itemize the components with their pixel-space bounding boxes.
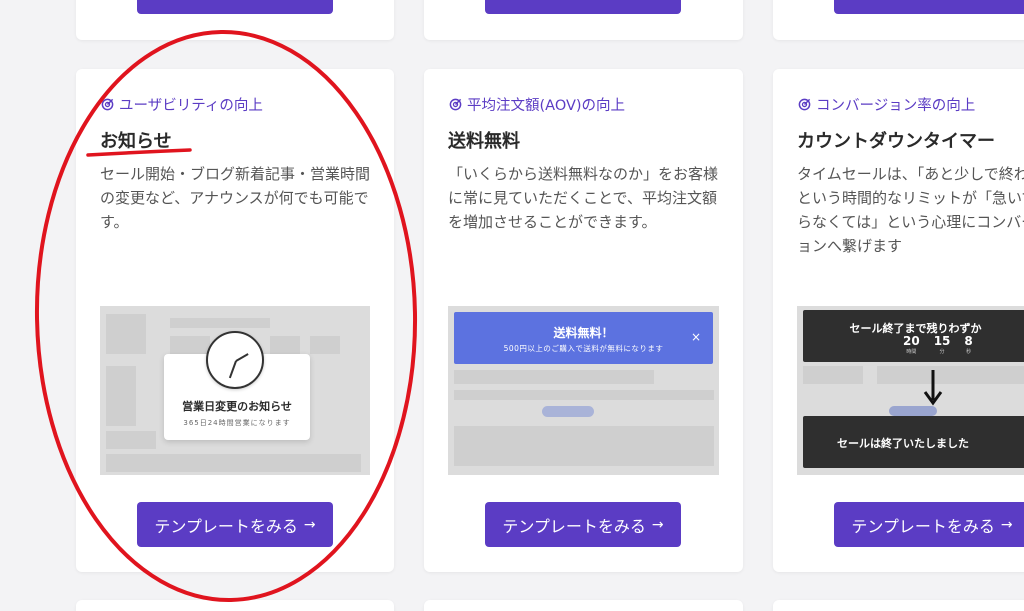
view-template-button-top-2[interactable] <box>485 0 681 14</box>
card-description: セール開始・ブログ新着記事・営業時間の変更など、アナウンスが何でも可能です。 <box>100 165 371 231</box>
category-label: 平均注文額(AOV)の向上 <box>449 94 625 115</box>
category-text: 平均注文額(AOV)の向上 <box>467 98 626 114</box>
category-label: ユーザビリティの向上 <box>101 94 263 115</box>
view-template-button-top-1[interactable] <box>137 0 333 14</box>
banner-subtitle: 500円以上のご購入で送料が無料になります <box>503 344 664 353</box>
card-top-3 <box>773 0 1024 40</box>
countdown-hours: 20 時間 <box>903 334 920 355</box>
countdown-numbers: 20 時間 15 分 8秒 <box>903 334 973 355</box>
view-template-button-top-3[interactable] <box>834 0 1024 14</box>
card-top-1 <box>76 0 394 40</box>
button-label: テンプレートをみる <box>851 516 995 536</box>
card-bottom-2 <box>424 600 743 611</box>
template-preview-image: セール終了まで残りわずか 20 時間 15 分 8秒 セールは終了いたしました <box>797 306 1024 475</box>
template-card-notice: ユーザビリティの向上 お知らせ セール開始・ブログ新着記事・営業時間の変更など、… <box>76 69 394 572</box>
template-preview-image: 送料無料！ 500円以上のご購入で送料が無料になります × <box>448 306 719 475</box>
target-icon <box>798 98 811 111</box>
template-card-free-shipping: 平均注文額(AOV)の向上 送料無料 「いくらから送料無料なのか」をお客様に常に… <box>424 69 743 572</box>
card-description: タイムセールは、「あと少しで終わり」という時間的なリミットが「急いでやらなくては… <box>797 165 1024 255</box>
card-title: お知らせ <box>100 131 172 152</box>
target-icon <box>449 98 462 111</box>
countdown-minutes: 15 分 <box>933 334 951 355</box>
arrow-right-icon: → <box>1000 516 1013 533</box>
template-card-countdown: コンバージョン率の向上 カウントダウンタイマー タイムセールは、「あと少しで終わ… <box>773 69 1024 572</box>
card-title: 送料無料 <box>448 131 520 152</box>
arrow-right-icon: → <box>303 516 316 533</box>
card-top-2 <box>424 0 743 40</box>
button-label: テンプレートをみる <box>502 516 646 536</box>
template-preview-image: 営業日変更のお知らせ 365日24時間営業になります <box>100 306 370 475</box>
category-text: ユーザビリティの向上 <box>119 98 263 114</box>
view-template-button[interactable]: テンプレートをみる → <box>137 502 333 547</box>
sale-ended-bar: セールは終了いたしました <box>803 416 1024 468</box>
view-template-button[interactable]: テンプレートをみる → <box>485 502 681 547</box>
clock-icon <box>206 331 264 389</box>
card-title: カウントダウンタイマー <box>797 131 995 152</box>
arrow-right-icon: → <box>651 516 664 533</box>
category-label: コンバージョン率の向上 <box>798 94 975 115</box>
button-label: テンプレートをみる <box>154 516 298 536</box>
countdown-bar: セール終了まで残りわずか 20 時間 15 分 8秒 <box>803 310 1024 362</box>
card-bottom-3 <box>773 600 1024 611</box>
target-icon <box>101 98 114 111</box>
modal-title: 営業日変更のお知らせ <box>182 400 292 413</box>
card-bottom-1 <box>76 600 394 611</box>
countdown-seconds: 8秒 <box>964 334 973 355</box>
view-template-button[interactable]: テンプレートをみる → <box>834 502 1024 547</box>
close-icon: × <box>690 330 701 344</box>
sale-ended-text: セールは終了いたしました <box>837 437 969 450</box>
card-description: 「いくらから送料無料なのか」をお客様に常に見ていただくことで、平均注文額を増加さ… <box>448 165 719 231</box>
modal-subtitle: 365日24時間営業になります <box>183 419 291 427</box>
free-shipping-banner: 送料無料！ 500円以上のご購入で送料が無料になります × <box>454 312 713 364</box>
category-text: コンバージョン率の向上 <box>816 98 976 114</box>
arrow-down-icon <box>923 370 943 406</box>
banner-title: 送料無料！ <box>553 326 614 340</box>
